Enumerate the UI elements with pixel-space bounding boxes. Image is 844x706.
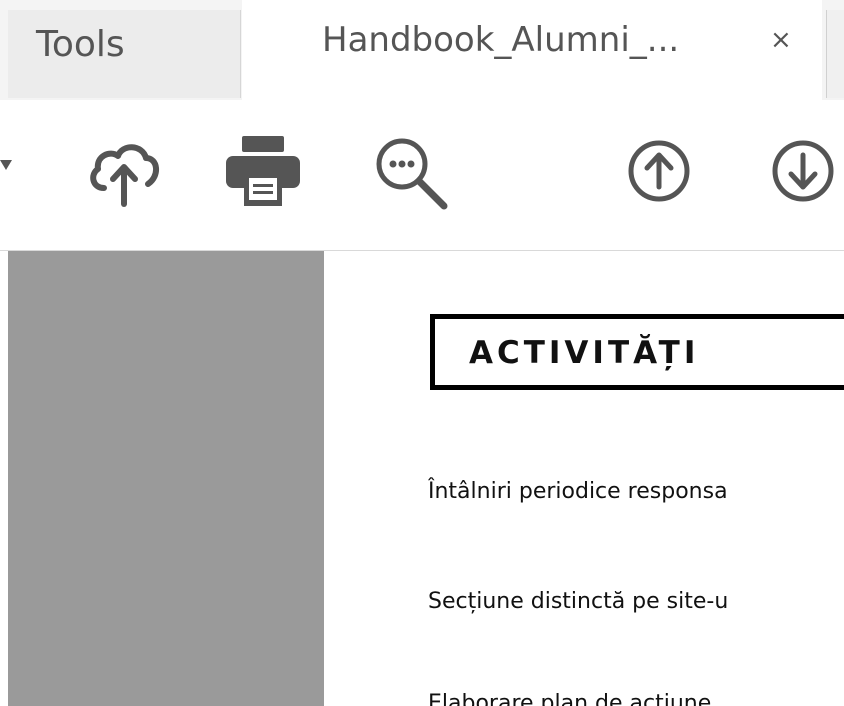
tab-tools-label: Tools [36, 24, 125, 65]
tab-next-partial[interactable] [826, 10, 844, 98]
paragraph-2: Secțiune distinctă pe site-u [428, 589, 729, 614]
dropdown-arrow-icon[interactable] [0, 158, 14, 178]
close-tab-button[interactable]: × [770, 20, 792, 60]
print-icon[interactable] [226, 136, 300, 206]
navigation-pane [8, 251, 324, 706]
tab-bar: Tools Handbook_Alumni_... × [0, 0, 844, 100]
page-down-icon[interactable] [770, 138, 836, 204]
tab-document[interactable]: Handbook_Alumni_... × [242, 0, 822, 100]
tab-document-title: Handbook_Alumni_... [322, 20, 680, 60]
section-heading-box: ACTIVITĂȚI [430, 314, 844, 390]
paragraph-3: Elaborare plan de actiune [428, 691, 712, 706]
zoom-search-icon[interactable] [374, 136, 450, 212]
paragraph-1: Întâlniri periodice responsa [428, 479, 728, 504]
toolbar [0, 100, 844, 251]
section-heading: ACTIVITĂȚI [469, 335, 700, 371]
tab-tools[interactable]: Tools [8, 10, 241, 98]
cloud-upload-icon[interactable] [86, 138, 162, 208]
page-up-icon[interactable] [626, 138, 692, 204]
document-page: ACTIVITĂȚI Întâlniri periodice responsa … [324, 251, 844, 706]
